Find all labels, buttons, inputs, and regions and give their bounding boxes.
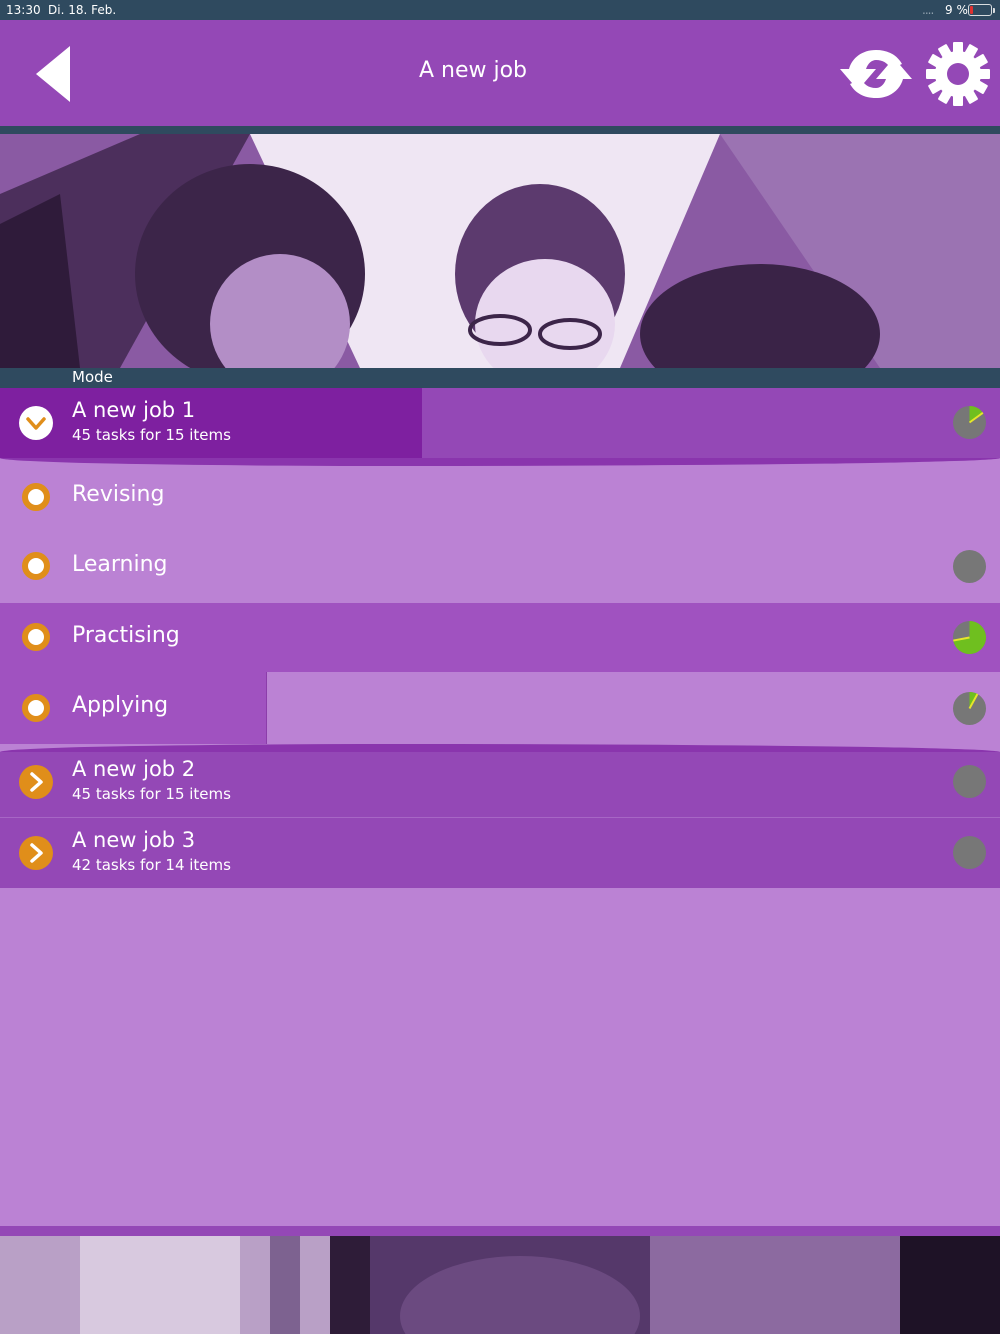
status-date: Di. 18. Feb. <box>48 3 117 17</box>
status-time: 13:30 <box>6 3 41 17</box>
progress-pie <box>952 620 987 655</box>
mode-row-revising[interactable]: Revising <box>0 466 1000 532</box>
page-title: A new job <box>418 58 528 83</box>
job-title: A new job 3 <box>72 828 196 852</box>
radio-dot-icon <box>22 694 50 722</box>
header-divider <box>0 126 1000 134</box>
mode-label-learning: Learning <box>72 552 168 577</box>
footer-photo <box>0 1236 1000 1334</box>
mode-header: Mode <box>0 368 1000 388</box>
signal-indicator: .... <box>922 3 934 17</box>
job-title: A new job 2 <box>72 757 196 781</box>
progress-track <box>952 764 987 799</box>
mode-label-revising: Revising <box>72 482 165 507</box>
radio-dot-icon <box>22 552 50 580</box>
mode-label-practising: Practising <box>72 623 180 648</box>
gear-icon <box>926 42 990 106</box>
job-row-3[interactable]: A new job 3 42 tasks for 14 items <box>0 818 1000 888</box>
footer-divider <box>0 1226 1000 1236</box>
progress-track <box>952 549 987 584</box>
job-subtitle: 45 tasks for 15 items <box>72 785 231 803</box>
mode-row-learning[interactable]: Learning <box>0 532 1000 603</box>
chevron-right-icon[interactable] <box>18 764 54 800</box>
radio-dot-icon <box>22 623 50 651</box>
mode-label: Mode <box>72 368 113 386</box>
radio-dot-icon <box>22 483 50 511</box>
job-row-2[interactable]: A new job 2 45 tasks for 15 items <box>0 752 1000 817</box>
sync-button[interactable] <box>836 42 916 106</box>
status-bar: 13:30 Di. 18. Feb. .... 9 % <box>0 0 1000 20</box>
battery-icon <box>968 4 995 16</box>
header-photo <box>0 134 1000 368</box>
job-subtitle: 45 tasks for 15 items <box>72 426 231 444</box>
triangle-left-icon <box>36 46 70 102</box>
progress-pie <box>952 549 987 584</box>
mode-row-applying[interactable]: Applying <box>0 672 1000 744</box>
chevron-down-icon[interactable] <box>18 405 54 441</box>
section-edge <box>0 744 1000 752</box>
selected-highlight <box>0 388 422 458</box>
progress-pie <box>952 691 987 726</box>
sync-arrows-icon <box>840 50 912 98</box>
chevron-right-icon[interactable] <box>18 835 54 871</box>
progress-track <box>952 835 987 870</box>
job-row-1[interactable]: A new job 1 45 tasks for 15 items <box>0 388 1000 458</box>
job-title: A new job 1 <box>72 398 196 422</box>
back-button[interactable] <box>30 44 76 104</box>
battery-percent: 9 % <box>945 3 968 17</box>
job-subtitle: 42 tasks for 14 items <box>72 856 231 874</box>
mode-row-practising[interactable]: Practising <box>0 603 1000 672</box>
section-edge <box>0 458 1000 466</box>
progress-pie <box>952 405 987 440</box>
settings-button[interactable] <box>924 40 992 108</box>
progress-pie <box>952 835 987 870</box>
progress-pie <box>952 764 987 799</box>
mode-label-applying: Applying <box>72 693 169 718</box>
